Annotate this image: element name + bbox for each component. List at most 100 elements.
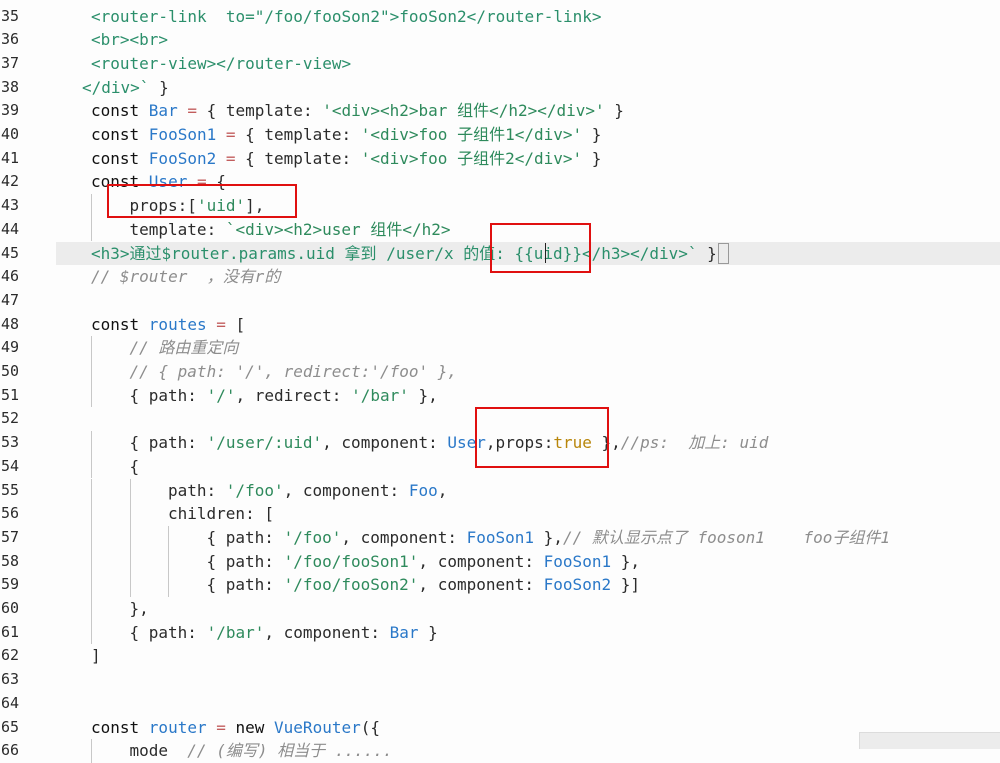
line-number: 59 xyxy=(1,575,20,594)
code-token: // 路由重定向 xyxy=(129,338,239,358)
code-text: <router-view></router-view> xyxy=(91,52,351,76)
code-token: template: xyxy=(129,219,226,239)
code-token: FooSon1 xyxy=(148,125,217,144)
highlight-box-props-true xyxy=(475,407,609,468)
code-token: { xyxy=(129,456,140,476)
code-line[interactable]: 37 <router-view></router-view> xyxy=(0,52,1000,76)
code-token: { path: xyxy=(129,433,207,453)
line-number: 66 xyxy=(1,741,20,760)
code-text: <h3>通过$router.params.uid 拿到 /user/x 的值: … xyxy=(91,242,717,266)
code-token: ({ xyxy=(360,717,380,737)
line-number: 35 xyxy=(1,6,20,25)
code-line[interactable]: 50 // { path: '/', redirect:'/foo' }, xyxy=(0,360,1000,384)
code-text: </div>` } xyxy=(82,76,169,100)
code-token: } xyxy=(582,125,602,144)
code-line[interactable]: 57 { path: '/foo', component: FooSon1 },/… xyxy=(0,525,1000,550)
code-line[interactable]: 61 { path: '/bar', component: Bar } xyxy=(0,620,1000,645)
line-number: 55 xyxy=(1,480,20,499)
code-line[interactable]: 64 xyxy=(0,692,1000,716)
indent-guide xyxy=(91,525,92,550)
line-number: 52 xyxy=(1,409,20,428)
code-text: const router = new VueRouter({ xyxy=(91,716,380,740)
code-line[interactable]: 59 { path: '/foo/fooSon2', component: Foo… xyxy=(0,573,1000,597)
code-token: '/foo/fooSon2' xyxy=(283,575,419,595)
code-line[interactable]: 65 const router = new VueRouter({ xyxy=(0,716,1000,740)
code-line[interactable]: 56 children: [ xyxy=(0,502,1000,526)
code-token: , xyxy=(437,480,448,500)
code-text: children: [ xyxy=(168,502,274,526)
code-token: <router-link xyxy=(91,6,226,26)
code-token: { path: xyxy=(206,551,284,571)
code-text: <router-link to="/foo/fooSon2">fooSon2</… xyxy=(91,5,602,29)
line-number: 54 xyxy=(1,456,20,475)
line-number: 53 xyxy=(1,433,20,452)
code-editor[interactable]: 35 <router-link to="/foo/fooSon2">fooSon2… xyxy=(0,0,1000,763)
code-token: <router-view></router-view> xyxy=(91,53,352,73)
code-text: { path: '/', redirect: '/bar' }, xyxy=(130,384,438,408)
code-line[interactable]: 49 // 路由重定向 xyxy=(0,336,1000,360)
code-token: '<div>foo 子组件1</div>' xyxy=(360,125,583,144)
code-text: ] xyxy=(91,644,101,668)
code-line[interactable]: 55 path: '/foo', component: Foo, xyxy=(0,478,1000,503)
code-line[interactable]: 39 const Bar = { template: '<div><h2>bar … xyxy=(0,99,1000,123)
code-line[interactable]: 38 </div>` } xyxy=(0,76,1000,100)
line-number: 58 xyxy=(1,551,20,570)
line-number: 40 xyxy=(1,125,20,143)
indent-guide xyxy=(129,573,131,597)
code-token: Bar xyxy=(389,622,419,642)
line-number: 63 xyxy=(1,670,20,689)
code-line[interactable]: 62] xyxy=(0,644,1000,668)
code-line[interactable]: 58 { path: '/foo/fooSon1', component: Foo… xyxy=(0,549,1000,574)
indent-guide xyxy=(91,217,92,242)
code-token: const xyxy=(91,101,149,121)
code-line[interactable]: 36 <br><br> xyxy=(0,28,1000,52)
code-token: { template: xyxy=(245,148,361,168)
code-token: FooSon1 xyxy=(466,527,535,547)
code-token: </div>` xyxy=(82,77,150,97)
indent-guide xyxy=(91,431,92,455)
code-line[interactable]: 63 xyxy=(0,668,1000,692)
code-token: '/foo' xyxy=(283,527,342,547)
indent-guide xyxy=(91,620,92,645)
code-text: }, xyxy=(130,597,149,621)
code-token: path: xyxy=(168,480,226,500)
code-token: } xyxy=(604,101,624,121)
code-line[interactable]: 66 mode // (编写) 相当于 ...... xyxy=(0,739,1000,763)
indent-guide xyxy=(91,573,92,597)
line-number: 43 xyxy=(1,196,20,215)
highlight-box-uid-binding xyxy=(490,223,591,273)
code-line[interactable]: 35 <router-link to="/foo/fooSon2">fooSon2… xyxy=(0,5,1000,29)
indent-guide xyxy=(168,525,169,550)
line-number: 41 xyxy=(1,148,20,167)
code-token: // 默认显示点了 fooson1 foo子组件1 xyxy=(562,527,890,547)
code-token: to="/foo/fooSon2">fooSon2</router-link> xyxy=(225,6,602,26)
horizontal-scrollbar[interactable] xyxy=(859,732,1000,749)
code-token: FooSon2 xyxy=(148,148,217,168)
indent-guide xyxy=(129,502,131,526)
code-token: }, xyxy=(534,527,563,547)
code-token: children: [ xyxy=(168,504,274,524)
code-line[interactable]: 48 const routes = [ xyxy=(0,313,1000,337)
code-token: { path: xyxy=(206,527,284,547)
line-number: 46 xyxy=(1,267,20,286)
code-line[interactable]: 40 const FooSon1 = { template: '<div>foo … xyxy=(0,123,1000,147)
line-number: 60 xyxy=(1,599,20,617)
code-token: , redirect: xyxy=(235,385,352,405)
code-token: Bar xyxy=(148,101,178,121)
code-token: { path: xyxy=(129,622,207,642)
code-token: '/user/:uid' xyxy=(206,433,323,453)
code-token: }, xyxy=(611,551,640,571)
code-token: const xyxy=(91,717,149,737)
line-number: 45 xyxy=(1,243,20,262)
code-line[interactable]: 51 { path: '/', redirect: '/bar' }, xyxy=(0,383,1000,408)
indent-guide xyxy=(168,573,169,597)
code-token: // { path: '/', redirect:'/foo' }, xyxy=(129,362,458,381)
code-token: FooSon1 xyxy=(543,551,612,571)
text-cursor xyxy=(545,243,546,263)
code-text: { path: '/foo/fooSon2', component: FooSo… xyxy=(207,573,641,597)
indent-guide xyxy=(91,597,92,621)
code-line[interactable]: 41 const FooSon2 = { template: '<div>foo … xyxy=(0,147,1000,171)
code-line[interactable]: 60}, xyxy=(0,597,1000,621)
code-token: <br><br> xyxy=(91,30,169,50)
code-line[interactable]: 47 xyxy=(0,289,1000,313)
